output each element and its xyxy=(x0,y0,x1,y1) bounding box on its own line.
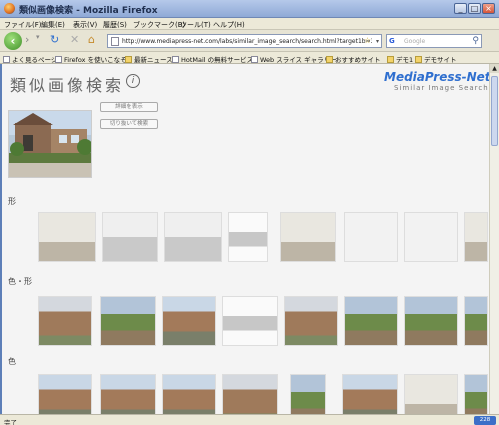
result-thumbnail[interactable] xyxy=(464,374,488,414)
page-icon xyxy=(251,56,258,63)
page-icon xyxy=(55,56,62,63)
result-thumbnail[interactable] xyxy=(38,374,92,414)
result-thumbnail[interactable] xyxy=(102,212,158,262)
menu-bar: ファイル(F) 編集(E) 表示(V) 履歴(S) ブックマーク(B) ツール(… xyxy=(0,18,499,30)
status-badge: 228 xyxy=(474,416,496,425)
crop-search-button[interactable]: 切り抜いて検索 xyxy=(100,119,158,129)
query-image[interactable] xyxy=(8,110,92,178)
reload-icon[interactable]: ↻ xyxy=(50,33,59,46)
show-details-button[interactable]: 詳細を表示 xyxy=(100,102,158,112)
bookmark-item[interactable]: HotMail の無料サービス xyxy=(172,54,253,64)
forward-icon[interactable]: › xyxy=(25,33,29,46)
folder-icon xyxy=(326,56,333,63)
section-label-shape: 形 xyxy=(8,197,16,206)
folder-icon xyxy=(415,56,422,63)
rss-folder-icon xyxy=(125,56,132,63)
result-thumbnail[interactable] xyxy=(290,374,326,414)
window-titlebar: 類似画像検索 - Mozilla Firefox _ □ × xyxy=(0,0,499,18)
scroll-up-arrow-icon[interactable]: ▲ xyxy=(490,64,499,73)
bookmark-item[interactable]: 最新ニュース xyxy=(125,54,173,64)
search-box[interactable]: G Google ⚲ xyxy=(386,34,482,48)
result-thumbnail[interactable] xyxy=(38,212,96,262)
page-icon xyxy=(3,56,10,63)
home-icon[interactable]: ⌂ xyxy=(88,33,95,46)
result-thumbnail[interactable] xyxy=(342,374,398,414)
menu-bookmarks[interactable]: ブックマーク(B) xyxy=(133,20,185,30)
result-thumbnail[interactable] xyxy=(284,296,338,346)
status-text: 完了 xyxy=(4,419,17,425)
stop-icon[interactable]: ✕ xyxy=(70,33,79,46)
bookmark-item[interactable]: デモサイト xyxy=(415,54,457,64)
vertical-scrollbar[interactable]: ▲ xyxy=(489,64,499,414)
result-thumbnail[interactable] xyxy=(164,212,222,262)
navigation-toolbar: ‹ › ▾ ↻ ✕ ⌂ http://www.mediapress-net.co… xyxy=(0,30,499,52)
bookmark-item[interactable]: デモ1 xyxy=(387,54,413,64)
page-content: 類似画像検索 i MediaPress-Net Similar Image Se… xyxy=(2,64,489,414)
maximize-button[interactable]: □ xyxy=(468,3,481,14)
result-thumbnail[interactable] xyxy=(404,296,458,346)
scroll-thumb[interactable] xyxy=(491,76,498,146)
folder-icon xyxy=(387,56,394,63)
menu-tools[interactable]: ツール(T) xyxy=(180,20,211,30)
page-icon xyxy=(172,56,179,63)
menu-edit[interactable]: 編集(E) xyxy=(41,20,65,30)
result-thumbnail[interactable] xyxy=(280,212,336,262)
bookmark-item[interactable]: よく見るページ xyxy=(3,54,57,64)
section-label-color-shape: 色・形 xyxy=(8,277,32,286)
back-button[interactable]: ‹ xyxy=(4,32,22,50)
window-title: 類似画像検索 - Mozilla Firefox xyxy=(19,6,158,16)
address-bar[interactable]: http://www.mediapress-net.com/labs/simil… xyxy=(107,34,382,48)
bookmark-item[interactable]: Firefox を使いこなそう xyxy=(55,54,133,64)
url-dropdown-icon[interactable]: ▾ xyxy=(376,38,379,45)
menu-view[interactable]: 表示(V) xyxy=(73,20,97,30)
google-icon[interactable]: G xyxy=(389,37,398,46)
bookmark-star-icon[interactable]: ☆ xyxy=(364,36,371,45)
url-text: http://www.mediapress-net.com/labs/simil… xyxy=(122,38,372,45)
menu-history[interactable]: 履歴(S) xyxy=(103,20,127,30)
result-thumbnail[interactable] xyxy=(404,212,458,262)
result-thumbnail[interactable] xyxy=(404,374,458,414)
info-icon[interactable]: i xyxy=(126,74,140,88)
page-title: 類似画像検索 xyxy=(10,76,125,95)
result-thumbnail[interactable] xyxy=(100,296,156,346)
bookmarks-toolbar: よく見るページ Firefox を使いこなそう 最新ニュース HotMail の… xyxy=(0,52,499,64)
result-thumbnail[interactable] xyxy=(464,212,488,262)
bookmark-item[interactable]: Web スライス ギャラリー xyxy=(251,54,337,64)
result-thumbnail[interactable] xyxy=(222,296,278,346)
page-icon xyxy=(111,37,119,46)
section-label-color: 色 xyxy=(8,357,16,366)
search-icon[interactable]: ⚲ xyxy=(472,36,479,46)
brand-subtitle: Similar Image Search xyxy=(394,84,489,92)
result-thumbnail[interactable] xyxy=(162,374,216,414)
bookmark-item[interactable]: おすすめサイト xyxy=(326,54,381,64)
menu-file[interactable]: ファイル(F) xyxy=(4,20,42,30)
result-thumbnail[interactable] xyxy=(222,374,278,414)
result-thumbnail[interactable] xyxy=(162,296,216,346)
result-thumbnail[interactable] xyxy=(464,296,488,346)
result-thumbnail[interactable] xyxy=(344,212,398,262)
result-strip-shape xyxy=(38,212,489,270)
result-strip-color xyxy=(38,374,489,414)
minimize-button[interactable]: _ xyxy=(454,3,467,14)
result-thumbnail[interactable] xyxy=(100,374,156,414)
close-button[interactable]: × xyxy=(482,3,495,14)
result-thumbnail[interactable] xyxy=(344,296,398,346)
brand-logo: MediaPress-Net xyxy=(384,70,489,84)
menu-help[interactable]: ヘルプ(H) xyxy=(213,20,245,30)
result-strip-color-shape xyxy=(38,296,489,354)
result-thumbnail[interactable] xyxy=(228,212,268,262)
firefox-icon xyxy=(4,3,15,14)
history-dropdown-icon[interactable]: ▾ xyxy=(36,33,40,41)
result-thumbnail[interactable] xyxy=(38,296,92,346)
query-house-image xyxy=(9,111,91,177)
search-placeholder: Google xyxy=(404,38,426,45)
status-bar: 完了 228 xyxy=(0,414,499,425)
